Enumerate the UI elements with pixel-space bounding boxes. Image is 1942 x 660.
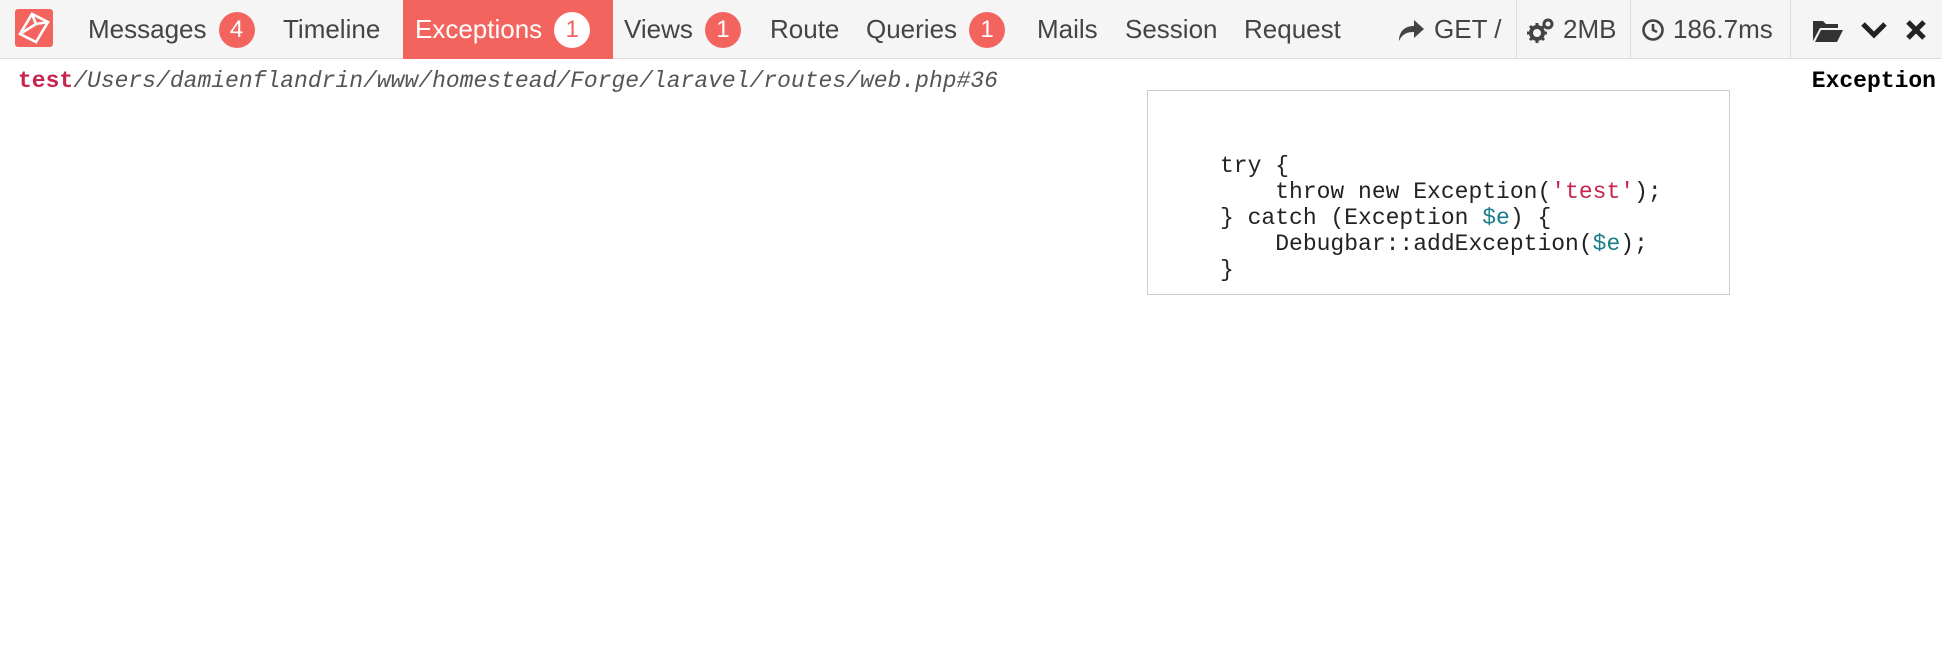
- code-string: 'test': [1551, 179, 1635, 205]
- tab-queries[interactable]: Queries 1: [856, 0, 1015, 59]
- tab-label: Route: [770, 14, 840, 44]
- close-icon[interactable]: [1898, 10, 1934, 50]
- tab-messages[interactable]: Messages 4: [78, 0, 265, 59]
- code-line: );: [1634, 179, 1662, 205]
- exceptions-panel: test/Users/damienflandrin/www/homestead/…: [0, 60, 1942, 660]
- toolbar-divider: [1790, 0, 1791, 59]
- tab-label: Session: [1125, 14, 1218, 44]
- tab-timeline[interactable]: Timeline: [273, 0, 390, 59]
- code-line: try {: [1220, 153, 1290, 179]
- tab-label: Messages: [88, 14, 207, 44]
- tab-exceptions[interactable]: Exceptions 1: [403, 0, 613, 59]
- tab-request[interactable]: Request: [1234, 0, 1351, 59]
- code-preview: try { throw new Exception('test'); } cat…: [1147, 90, 1730, 295]
- tab-label: Mails: [1037, 14, 1098, 44]
- chevron-down-icon[interactable]: [1856, 10, 1892, 50]
- tab-label: Timeline: [283, 14, 381, 44]
- gears-icon: [1527, 18, 1554, 43]
- request-indicator-label: GET /: [1434, 14, 1502, 44]
- tab-mails[interactable]: Mails: [1027, 0, 1108, 59]
- share-arrow-icon: [1399, 19, 1424, 41]
- code-variable: $e: [1482, 205, 1510, 231]
- memory-indicator-label: 2MB: [1563, 14, 1617, 44]
- time-indicator-label: 186.7ms: [1673, 14, 1773, 44]
- tab-route[interactable]: Route: [760, 0, 849, 59]
- time-indicator[interactable]: 186.7ms: [1630, 0, 1783, 59]
- code-line: );: [1620, 231, 1648, 257]
- code-snippet: try { throw new Exception('test'); } cat…: [1220, 153, 1662, 283]
- tab-label: Exceptions: [415, 14, 543, 44]
- clock-icon: [1642, 18, 1664, 41]
- code-variable: $e: [1592, 231, 1621, 257]
- memory-indicator[interactable]: 2MB: [1516, 0, 1626, 59]
- tab-views[interactable]: Views 1: [614, 0, 751, 59]
- exception-message: test: [18, 68, 74, 94]
- exception-type: Exception: [1811, 68, 1936, 94]
- folder-open-icon[interactable]: [1810, 10, 1846, 50]
- debugbar-toolbar: Messages 4 Timeline Exceptions 1 Views 1…: [0, 0, 1942, 59]
- request-indicator[interactable]: GET /: [1386, 0, 1511, 59]
- laravel-logo-icon[interactable]: [14, 8, 54, 48]
- tab-label: Queries: [866, 14, 958, 44]
- code-line: throw new Exception(: [1220, 179, 1552, 205]
- code-line: Debugbar::addException(: [1220, 231, 1593, 257]
- count-badge: 1: [554, 11, 591, 48]
- tab-label: Request: [1244, 14, 1341, 44]
- count-badge: 4: [218, 11, 255, 48]
- code-line: ) {: [1509, 205, 1552, 231]
- tab-label: Views: [624, 14, 693, 44]
- tab-session[interactable]: Session: [1115, 0, 1228, 59]
- exception-item[interactable]: test/Users/damienflandrin/www/homestead/…: [18, 68, 998, 94]
- code-line: }: [1220, 257, 1234, 283]
- count-badge: 1: [704, 11, 741, 48]
- exception-file: /Users/damienflandrin/www/homestead/Forg…: [73, 68, 998, 94]
- code-line: } catch (Exception: [1220, 205, 1483, 231]
- count-badge: 1: [969, 11, 1006, 48]
